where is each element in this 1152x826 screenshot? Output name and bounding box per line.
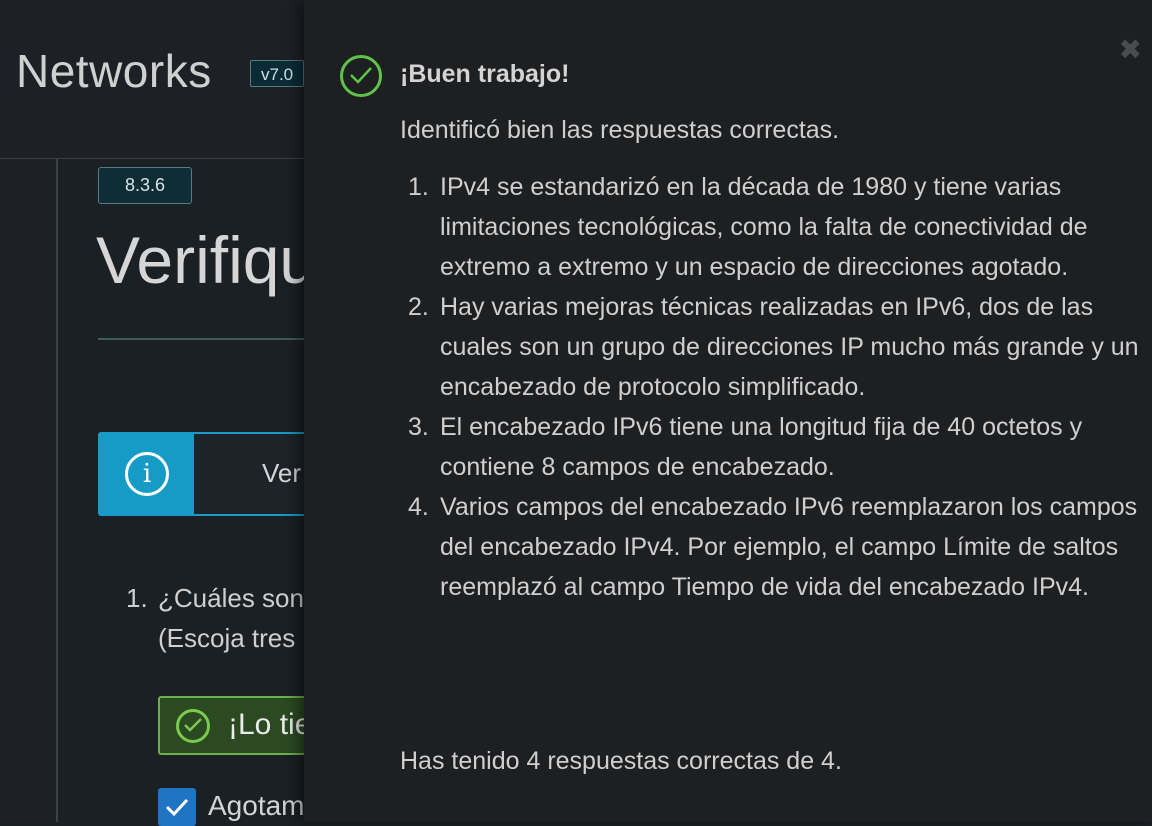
- info-icon: i: [125, 452, 169, 496]
- modal-lead-text: Identificó bien las respuestas correctas…: [400, 116, 840, 144]
- info-callout-text: Ver: [262, 458, 302, 488]
- explanation-list: IPv4 se estandarizó en la década de 1980…: [400, 167, 1140, 607]
- check-circle-icon: [176, 709, 210, 743]
- question-text: ¿Cuáles son: [158, 583, 304, 613]
- info-icon-cell: i: [100, 434, 194, 514]
- left-sidebar: [0, 159, 58, 822]
- explanation-item: Varios campos del encabezado IPv6 reempl…: [408, 487, 1138, 601]
- question-instructions: (Escoja tres: [158, 623, 296, 653]
- version-badge: v7.0: [250, 60, 305, 87]
- section-number-badge: 8.3.6: [98, 167, 192, 204]
- question-number: 1.: [126, 583, 148, 613]
- modal-title: ¡Buen trabajo!: [400, 60, 570, 88]
- brand-title: Networks: [16, 45, 212, 97]
- close-icon[interactable]: ✖: [1119, 36, 1142, 64]
- checkbox-checked-icon[interactable]: [158, 788, 196, 826]
- explanation-item: El encabezado IPv6 tiene una longitud fi…: [408, 407, 1083, 481]
- feedback-modal: ✖ ¡Buen trabajo! Identificó bien las res…: [304, 0, 1152, 822]
- answer-label: Agotam: [208, 790, 305, 821]
- explanation-item: Hay varias mejoras técnicas realizadas e…: [408, 287, 1139, 401]
- explanation-item: IPv4 se estandarizó en la década de 1980…: [408, 167, 1088, 281]
- question-1: 1. ¿Cuáles son (Escoja tres: [126, 578, 304, 658]
- check-circle-icon: [340, 55, 382, 97]
- score-text: Has tenido 4 respuestas correctas de 4.: [400, 747, 842, 775]
